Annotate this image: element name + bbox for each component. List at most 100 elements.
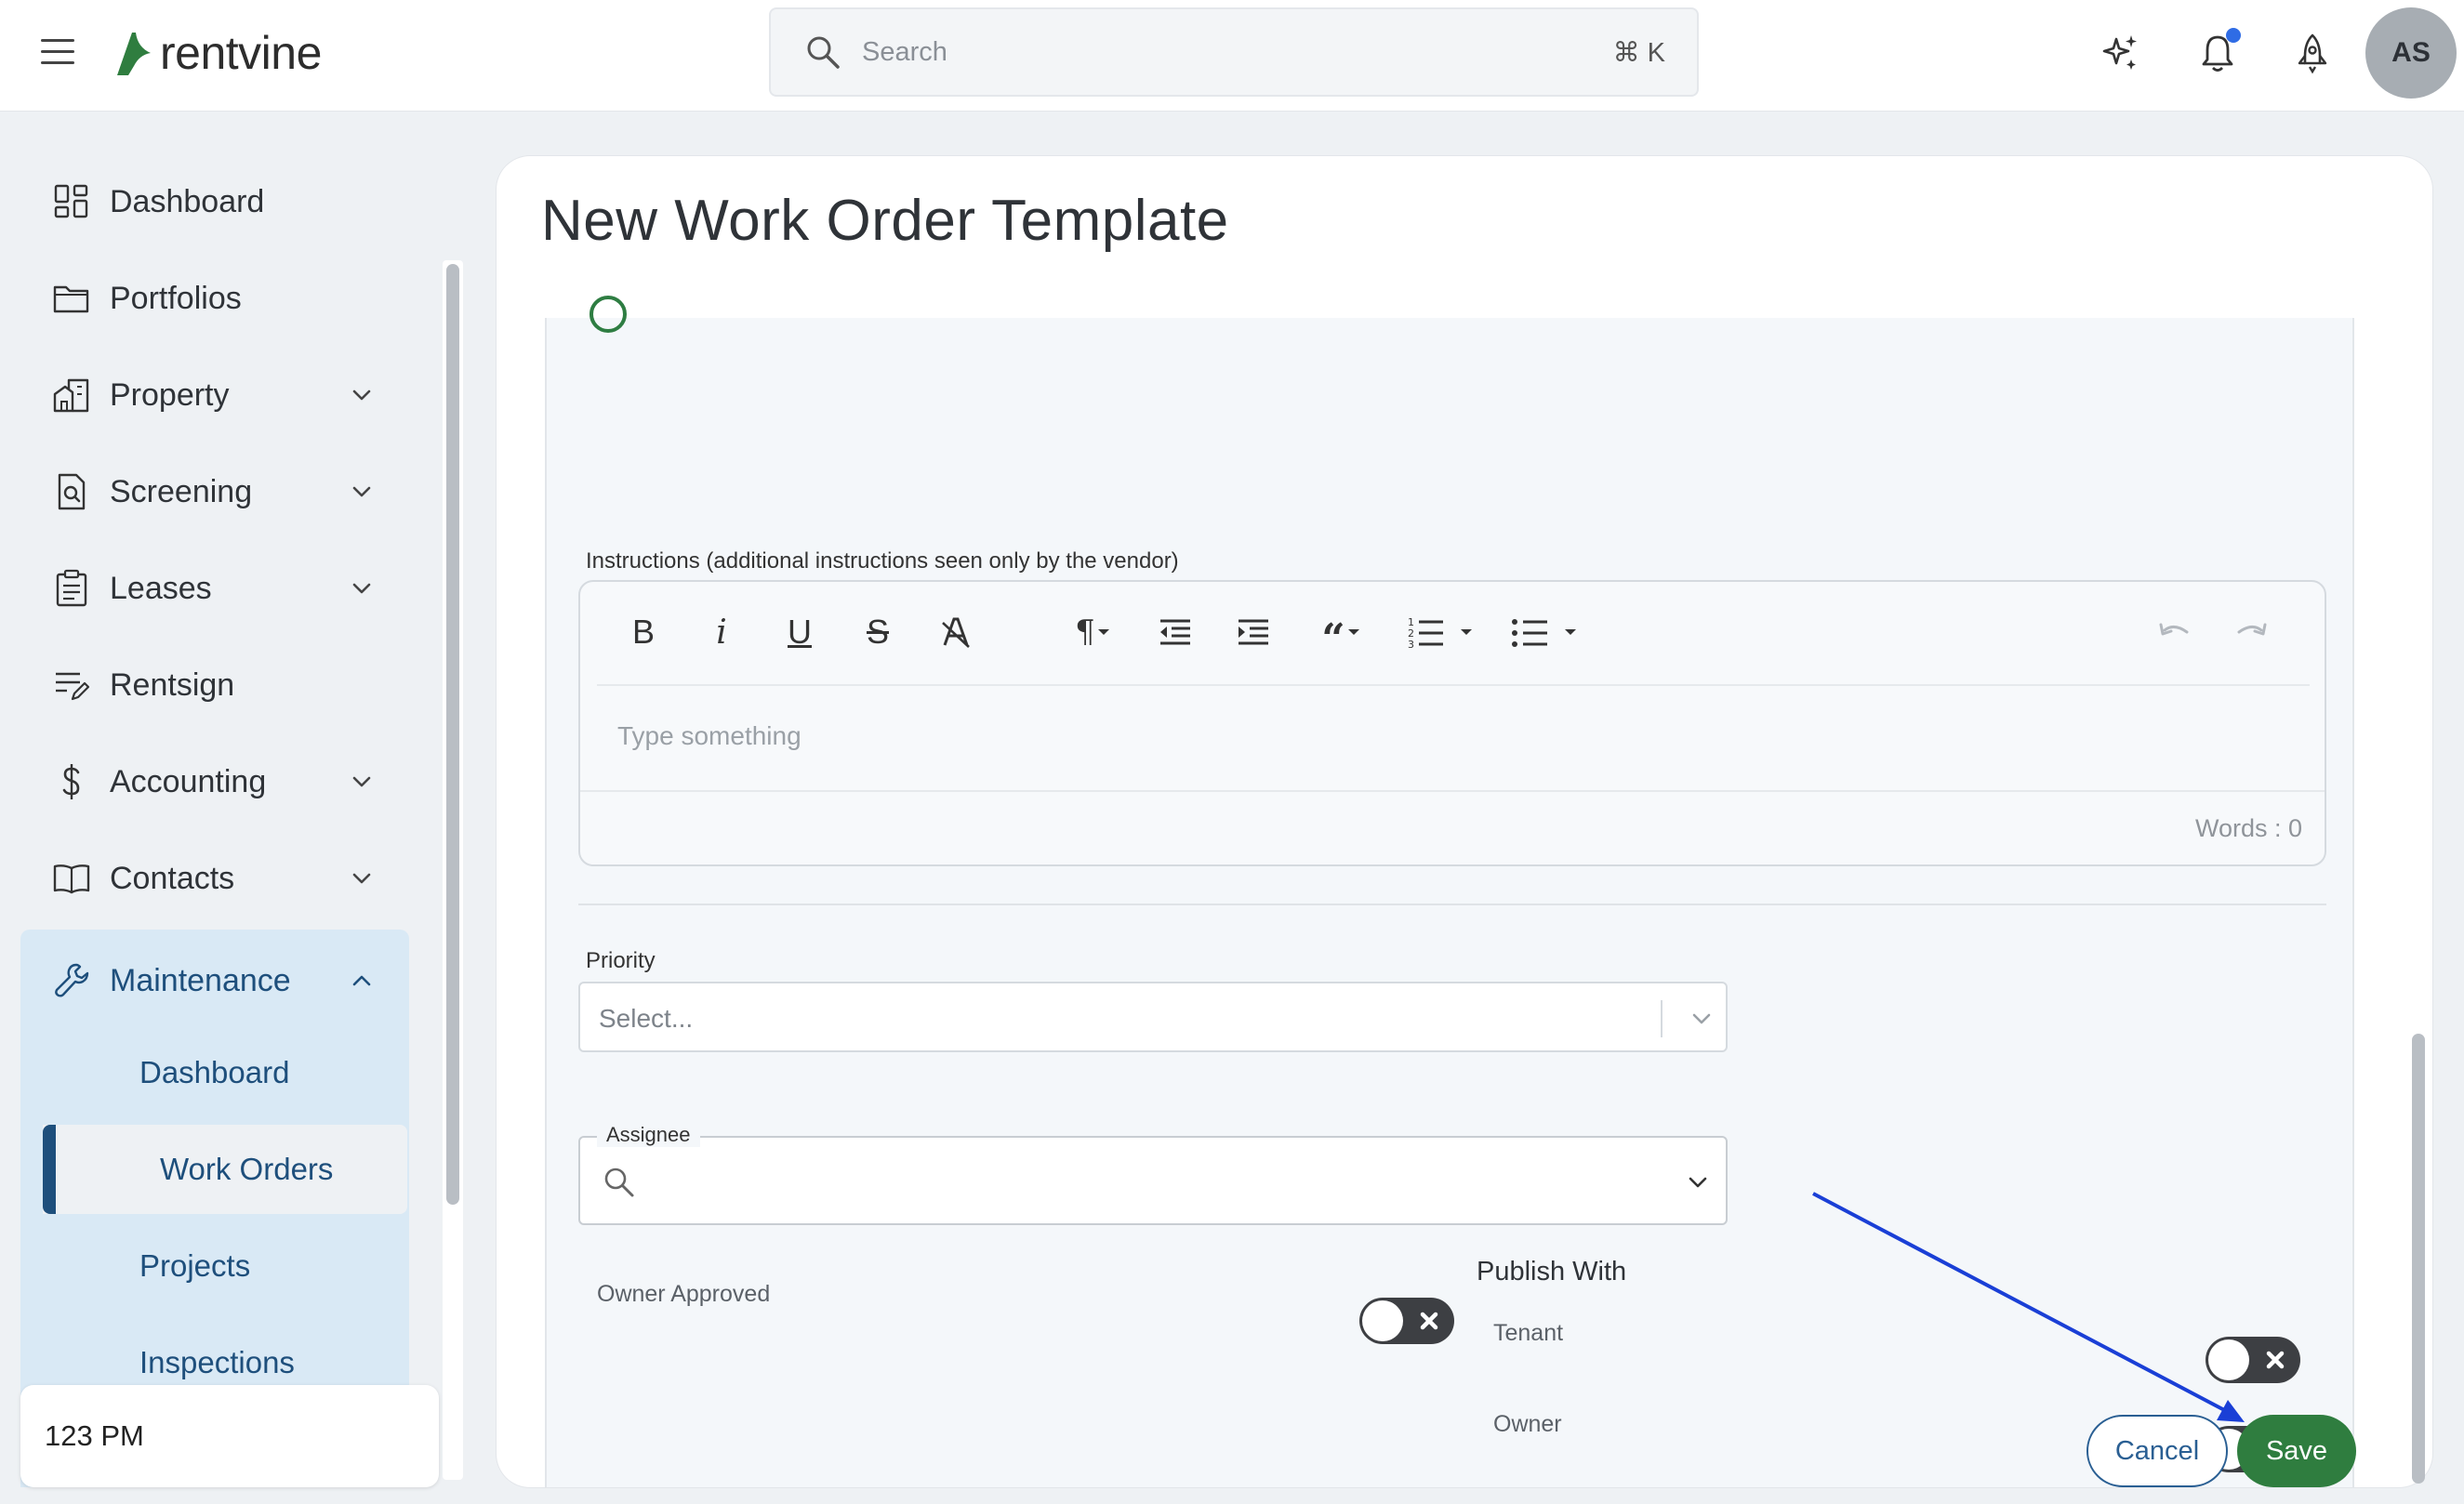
assignee-label: Assignee — [597, 1123, 700, 1147]
bold-button[interactable]: B — [621, 610, 666, 654]
book-icon — [53, 864, 90, 894]
owner-label: Owner — [1493, 1411, 1562, 1437]
tenant-toggle[interactable] — [2206, 1337, 2300, 1383]
sidebar-subitem-label: Dashboard — [139, 1055, 290, 1089]
priority-label: Priority — [586, 948, 656, 973]
caret-down-icon — [1097, 629, 1109, 635]
sidebar-item-maintenance[interactable]: Maintenance — [20, 941, 409, 1021]
strikethrough-button[interactable]: S — [855, 610, 900, 654]
bullet-list-icon — [1512, 619, 1547, 647]
chevron-down-icon — [352, 873, 371, 884]
sidebar-item-contacts[interactable]: Contacts — [20, 838, 409, 918]
sidebar-item-dashboard[interactable]: Dashboard — [20, 162, 409, 242]
underline-button[interactable]: U — [777, 610, 822, 654]
user-avatar[interactable]: AS — [2365, 7, 2457, 99]
dollar-icon — [62, 764, 80, 799]
owner-approved-toggle[interactable] — [1359, 1298, 1454, 1344]
search-placeholder: Search — [862, 36, 947, 67]
redo-button[interactable] — [2230, 610, 2274, 654]
main-panel: New Work Order Template Instructions (ad… — [497, 156, 2432, 1487]
sidebar-subitem-label: Work Orders — [160, 1152, 334, 1186]
rentvine-leaf-icon — [117, 33, 151, 75]
sidebar-item-screening[interactable]: Screening — [20, 452, 409, 532]
ordered-list-icon: 1 2 3 — [1408, 616, 1443, 651]
sidebar-item-portfolios[interactable]: Portfolios — [20, 258, 409, 338]
word-count: Words : 0 — [2194, 814, 2302, 842]
folder-icon — [53, 285, 89, 313]
chevron-down-icon — [1692, 1013, 1711, 1024]
work-order-form: Instructions (additional instructions se… — [545, 296, 2354, 1487]
sidebar-subitem-work-orders[interactable]: Work Orders — [43, 1125, 407, 1214]
sidebar-subitem-dashboard[interactable]: Dashboard — [20, 1028, 409, 1117]
sidebar-item-label: Rentsign — [110, 666, 235, 703]
buildings-icon — [53, 378, 89, 413]
sparkle-icon[interactable] — [2098, 30, 2144, 76]
tenant-label: Tenant — [1493, 1320, 1564, 1346]
sidebar-item-label: Property — [110, 376, 230, 413]
toggle-knob — [1362, 1300, 1403, 1341]
instructions-editor: B i U S ¶ “ 1 2 3 Type something Words:… — [578, 580, 2326, 866]
indent-button[interactable] — [1231, 610, 1276, 654]
chevron-down-icon[interactable] — [1683, 1168, 1713, 1197]
ordered-list-button[interactable]: 1 2 3 — [1398, 610, 1482, 654]
sidebar-item-accounting[interactable]: Accounting — [20, 742, 409, 822]
sidebar-item-label: Accounting — [110, 763, 267, 799]
search-icon — [604, 1168, 634, 1197]
outdent-button[interactable] — [1153, 610, 1198, 654]
clear-format-button[interactable] — [934, 610, 978, 654]
pen-lines-icon — [56, 672, 90, 701]
sidebar: Dashboard Portfolios Property Screening — [0, 112, 465, 1504]
editor-content[interactable]: Type something — [617, 721, 801, 751]
chevron-down-icon — [352, 486, 371, 497]
sidebar-item-label: Leases — [110, 570, 212, 606]
sidebar-item-label: Dashboard — [110, 183, 265, 219]
owner-approved-label: Owner Approved — [597, 1281, 771, 1307]
app-logo[interactable]: rentvine — [113, 24, 322, 82]
search-bar[interactable]: Search ⌘ K — [769, 7, 1699, 97]
cancel-button[interactable]: Cancel — [2086, 1415, 2228, 1487]
paragraph-format-button[interactable]: ¶ — [1058, 610, 1129, 654]
sidebar-subitem-projects[interactable]: Projects — [20, 1221, 409, 1311]
indent-icon — [1239, 619, 1268, 645]
priority-select[interactable]: Select... — [578, 982, 1728, 1052]
time-widget: 123 PM — [20, 1385, 439, 1487]
sidebar-item-leases[interactable]: Leases — [20, 548, 409, 628]
search-shortcut: ⌘ K — [1612, 37, 1665, 68]
editor-toolbar-divider — [597, 684, 2310, 686]
outdent-icon — [1160, 619, 1190, 645]
sidebar-subitem-label: Projects — [139, 1248, 251, 1283]
caret-down-icon — [1565, 629, 1576, 635]
menu-icon[interactable] — [41, 39, 74, 67]
assignee-field[interactable]: Assignee — [578, 1123, 1728, 1225]
save-button[interactable]: Save — [2237, 1415, 2356, 1487]
svg-text:3: 3 — [1408, 639, 1414, 651]
clipboard-icon — [56, 569, 87, 607]
page-title: New Work Order Template — [541, 189, 1229, 253]
bullet-list-button[interactable] — [1503, 610, 1586, 654]
chevron-down-icon — [352, 389, 371, 401]
clear-format-icon — [942, 617, 970, 648]
radio-button[interactable] — [590, 296, 627, 333]
notification-dot — [2226, 28, 2241, 43]
toggle-knob — [2208, 1339, 2249, 1380]
sidebar-item-label: Screening — [110, 473, 253, 509]
rocket-icon[interactable] — [2289, 30, 2336, 76]
publish-with-label: Publish With — [1477, 1257, 1627, 1286]
select-separator — [1661, 1000, 1663, 1037]
quote-button[interactable]: “ — [1309, 610, 1374, 663]
italic-button[interactable]: i — [699, 610, 744, 654]
time-text: 123 PM — [45, 1419, 144, 1452]
priority-select-value: Select... — [599, 1004, 694, 1033]
undo-button[interactable] — [2152, 610, 2196, 654]
sidebar-scrollbar-thumb[interactable] — [446, 264, 459, 1205]
main-scrollbar-thumb[interactable] — [2412, 1034, 2425, 1484]
sidebar-item-rentsign[interactable]: Rentsign — [20, 645, 409, 725]
caret-down-icon — [1461, 629, 1472, 635]
sidebar-item-label: Maintenance — [110, 962, 291, 998]
document-search-icon — [58, 473, 86, 510]
sidebar-item-property[interactable]: Property — [20, 355, 409, 435]
sidebar-item-label: Portfolios — [110, 280, 242, 316]
close-icon — [1420, 1312, 1438, 1330]
instructions-label: Instructions (additional instructions se… — [586, 548, 1179, 574]
caret-down-icon — [1347, 629, 1359, 635]
